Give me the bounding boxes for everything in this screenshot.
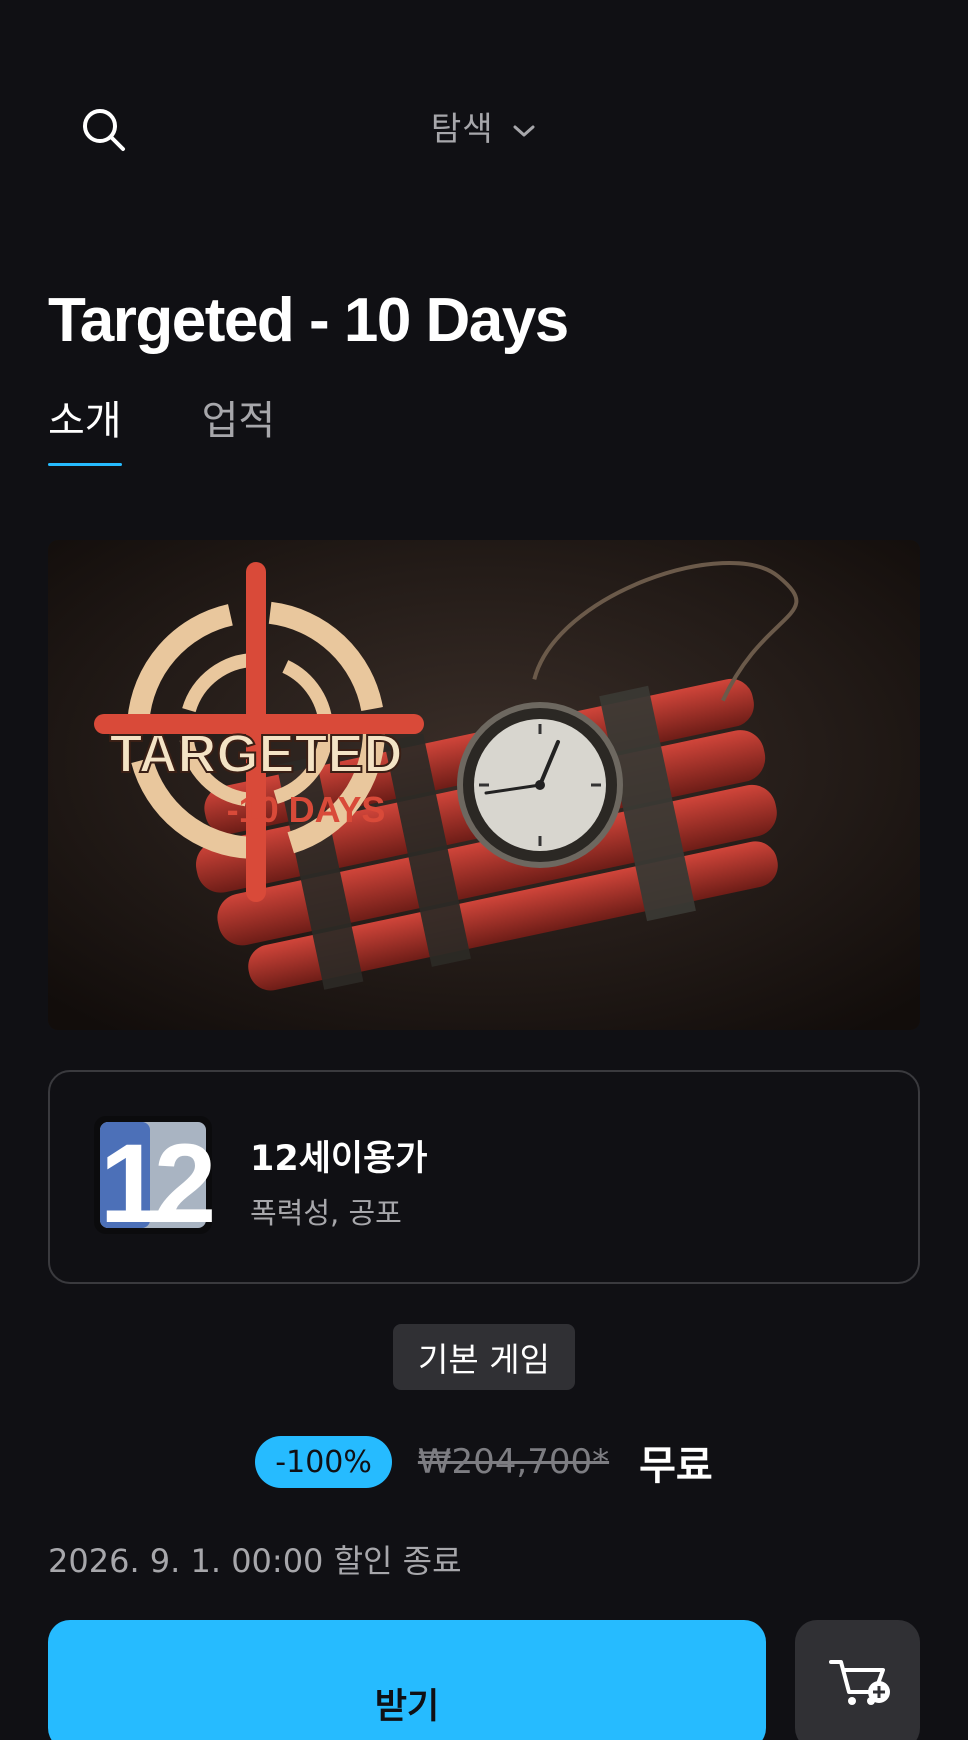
- age-rating-title: 12세이용가: [250, 1139, 428, 1179]
- chevron-down-icon: [513, 125, 535, 136]
- hero-image: TARGETED -10 DAYS: [48, 540, 920, 1030]
- price-row: -100% ₩204,700* 무료: [0, 1432, 968, 1492]
- age-rating-card: 12 12세이용가 폭력성, 공포: [48, 1070, 920, 1284]
- page-title: Targeted - 10 Days: [48, 286, 569, 355]
- hero-logo-subtitle: -10 DAYS: [227, 789, 386, 830]
- discount-badge: -100%: [255, 1436, 392, 1488]
- sale-end-date: 2026. 9. 1. 00:00 할인 종료: [48, 1542, 462, 1580]
- hero-logo-title: TARGETED: [110, 724, 403, 784]
- age-rating-12-icon: 12: [94, 1116, 212, 1234]
- add-to-cart-button[interactable]: [795, 1620, 920, 1740]
- tab-achievements[interactable]: 업적: [202, 388, 276, 466]
- age-rating-descriptors: 폭력성, 공포: [250, 1196, 402, 1230]
- tab-bar: 소개 업적: [48, 388, 275, 468]
- get-button-label: 받기: [374, 1687, 440, 1727]
- browse-dropdown[interactable]: 탐색: [0, 102, 968, 150]
- tab-overview[interactable]: 소개: [48, 388, 122, 466]
- edition-badge: 기본 게임: [393, 1324, 575, 1390]
- cart-add-icon: [829, 1660, 890, 1705]
- browse-label: 탐색: [430, 109, 494, 148]
- age-rating-number: 12: [100, 1121, 212, 1234]
- original-price: ₩204,700*: [417, 1442, 610, 1482]
- final-price: 무료: [639, 1443, 713, 1489]
- top-bar: 탐색: [0, 80, 968, 172]
- clock-graphic: [457, 702, 623, 868]
- get-button[interactable]: 받기: [48, 1620, 766, 1740]
